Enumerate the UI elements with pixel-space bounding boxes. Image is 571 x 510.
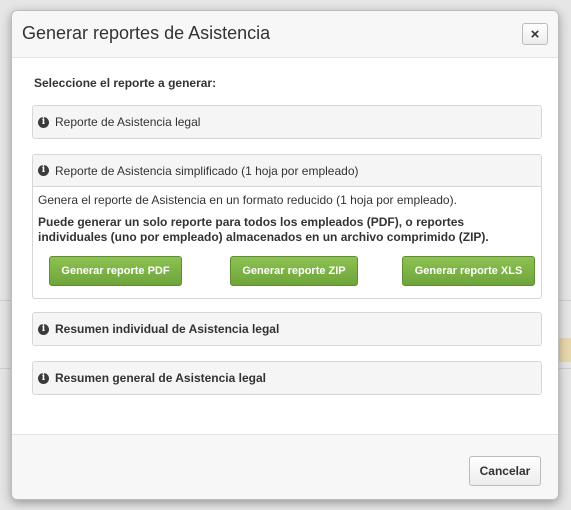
generate-zip-button[interactable]: Generar reporte ZIP — [230, 256, 358, 286]
close-button[interactable]: × — [522, 23, 548, 45]
close-icon: × — [530, 25, 540, 43]
dialog-header: Generar reportes de Asistencia × — [12, 11, 558, 58]
panel-title: Reporte de Asistencia simplificado (1 ho… — [55, 163, 359, 178]
info-icon: i — [38, 165, 49, 176]
panel-resumen-individual[interactable]: i Resumen individual de Asistencia legal — [32, 312, 542, 346]
report-dialog: Generar reportes de Asistencia × Selecci… — [11, 10, 559, 500]
panel-resumen-general[interactable]: i Resumen general de Asistencia legal — [32, 361, 542, 395]
dialog-footer: Cancelar — [12, 434, 558, 499]
dialog-title: Generar reportes de Asistencia — [22, 23, 271, 43]
panel-asistencia-simplificado: i Reporte de Asistencia simplificado (1 … — [32, 154, 542, 299]
generate-xls-button[interactable]: Generar reporte XLS — [402, 256, 535, 286]
button-row: Generar reporte PDF Generar reporte ZIP … — [38, 252, 536, 296]
intro-text: Seleccione el reporte a generar: — [34, 76, 217, 90]
panel-note: Puede generar un solo reporte para todos… — [38, 215, 489, 244]
info-icon: i — [38, 323, 49, 335]
info-icon: i — [38, 116, 49, 128]
panel-title: Resumen individual de Asistencia legal — [55, 322, 280, 336]
info-icon: i — [38, 372, 49, 384]
panel-content: Genera el reporte de Asistencia en un fo… — [33, 187, 541, 296]
panel-asistencia-legal[interactable]: i Reporte de Asistencia legal — [32, 105, 542, 139]
generate-pdf-button[interactable]: Generar reporte PDF — [49, 256, 182, 286]
cancel-button[interactable]: Cancelar — [469, 456, 541, 486]
dialog-body: Seleccione el reporte a generar: i Repor… — [12, 57, 558, 435]
panel-header[interactable]: i Reporte de Asistencia legal — [33, 106, 541, 138]
panel-header[interactable]: i Resumen general de Asistencia legal — [33, 362, 541, 394]
panel-title: Reporte de Asistencia legal — [55, 115, 201, 129]
panel-description: Genera el reporte de Asistencia en un fo… — [38, 193, 457, 207]
panel-header[interactable]: i Resumen individual de Asistencia legal — [33, 313, 541, 345]
panel-header[interactable]: i Reporte de Asistencia simplificado (1 … — [33, 155, 541, 187]
panel-title: Resumen general de Asistencia legal — [55, 371, 266, 385]
